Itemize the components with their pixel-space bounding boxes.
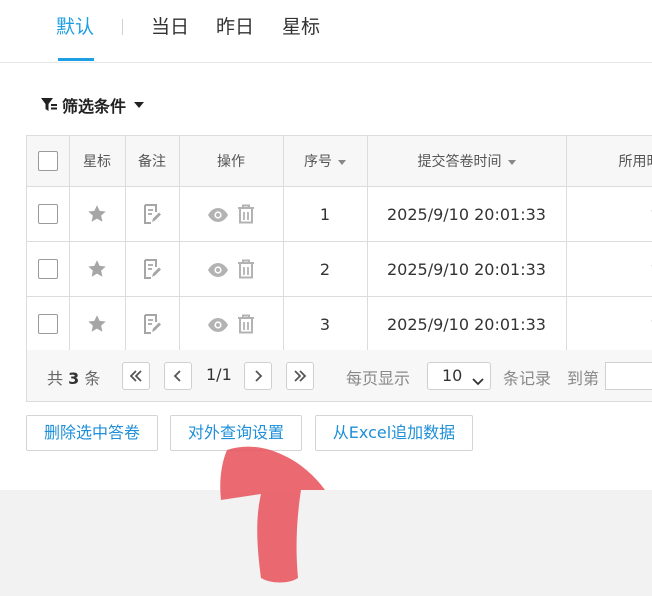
double-chevron-right-icon	[293, 367, 307, 386]
first-page-button[interactable]	[122, 362, 150, 390]
trash-icon[interactable]	[237, 259, 255, 280]
row-submit-time: 2025/9/10 20:01:33	[367, 186, 567, 242]
star-icon[interactable]	[86, 259, 108, 278]
trash-icon[interactable]	[237, 314, 255, 335]
column-header-actions: 操作	[179, 136, 284, 187]
trash-icon[interactable]	[237, 204, 255, 225]
jump-to-label: 到第	[567, 369, 600, 388]
active-tab-indicator	[58, 58, 94, 61]
total-prefix: 共	[47, 369, 64, 388]
responses-table: 星标 备注 操作 序号 提交答卷时间 所用时间 1 2025/9/10 20:0…	[26, 135, 652, 351]
row-index: 1	[283, 186, 368, 242]
row-checkbox[interactable]	[37, 314, 58, 335]
table-row: 2 2025/9/10 20:01:33 10秒	[27, 241, 652, 297]
column-header-submit-time-label: 提交答卷时间	[417, 154, 502, 170]
chevron-right-icon	[253, 367, 263, 386]
column-header-star: 星标	[69, 136, 126, 187]
records-label: 条记录	[503, 369, 552, 388]
star-icon[interactable]	[86, 204, 108, 223]
select-all-cell	[27, 136, 70, 187]
append-from-excel-button[interactable]: 从Excel追加数据	[315, 415, 473, 451]
delete-selected-button[interactable]: 删除选中答卷	[26, 415, 158, 451]
view-eye-icon[interactable]	[207, 315, 229, 334]
jump-page-input[interactable]	[605, 362, 652, 390]
row-checkbox[interactable]	[37, 204, 58, 225]
filter-label: 筛选条件	[62, 97, 127, 116]
column-header-index[interactable]: 序号	[283, 136, 368, 187]
row-index: 2	[283, 241, 368, 297]
filter-toggle[interactable]: 筛选条件	[40, 93, 145, 117]
note-edit-icon[interactable]	[142, 314, 162, 334]
column-header-note: 备注	[125, 136, 180, 187]
table-header-row: 星标 备注 操作 序号 提交答卷时间 所用时间	[27, 136, 652, 187]
row-duration: 10秒	[607, 202, 652, 226]
select-all-checkbox[interactable]	[37, 151, 58, 171]
tab-yesterday[interactable]: 昨日	[216, 14, 254, 40]
chevron-left-icon	[173, 367, 183, 386]
pagination-bar: 共 3 条 1/1 每页显示 10 条记录 到第	[26, 350, 652, 402]
tab-default[interactable]: 默认	[56, 14, 94, 40]
page-indicator: 1/1	[206, 365, 232, 384]
tab-bar: 默认 当日 昨日 星标	[0, 0, 652, 63]
per-page-select[interactable]: 10	[427, 362, 491, 390]
filter-icon	[40, 96, 58, 114]
tab-separator	[122, 19, 123, 35]
column-header-duration: 所用时间	[566, 136, 652, 187]
prev-page-button[interactable]	[164, 362, 192, 390]
annotation-arrow-icon	[220, 446, 325, 583]
total-count-value: 3	[68, 369, 80, 388]
per-page-value: 10	[442, 366, 463, 385]
double-chevron-left-icon	[129, 367, 143, 386]
tab-starred[interactable]: 星标	[282, 14, 320, 40]
star-icon[interactable]	[86, 314, 108, 333]
row-index: 3	[283, 296, 368, 351]
column-header-index-label: 序号	[304, 154, 332, 170]
column-header-submit-time[interactable]: 提交答卷时间	[367, 136, 567, 187]
tab-today[interactable]: 当日	[151, 14, 189, 40]
row-checkbox[interactable]	[37, 259, 58, 280]
sort-caret-icon	[338, 159, 346, 165]
chevron-down-icon	[472, 371, 484, 390]
caret-down-icon	[134, 102, 145, 108]
table-row: 1 2025/9/10 20:01:33 10秒	[27, 186, 652, 242]
row-submit-time: 2025/9/10 20:01:33	[367, 241, 567, 297]
row-submit-time: 2025/9/10 20:01:33	[367, 296, 567, 351]
sort-caret-icon	[507, 159, 516, 165]
per-page-label: 每页显示	[346, 369, 411, 388]
view-eye-icon[interactable]	[207, 260, 229, 279]
last-page-button[interactable]	[286, 362, 314, 390]
total-suffix: 条	[84, 369, 101, 388]
table-row: 3 2025/9/10 20:01:33 10秒	[27, 296, 652, 351]
next-page-button[interactable]	[244, 362, 272, 390]
row-duration: 10秒	[607, 257, 652, 281]
note-edit-icon[interactable]	[142, 259, 162, 279]
note-edit-icon[interactable]	[142, 204, 162, 224]
view-eye-icon[interactable]	[207, 205, 229, 224]
total-count: 共 3 条	[47, 365, 100, 389]
main-panel: 默认 当日 昨日 星标 筛选条件 星标 备注 操作 序号 提交答卷时间 所用 1…	[0, 0, 652, 490]
row-duration: 10秒	[607, 312, 652, 336]
